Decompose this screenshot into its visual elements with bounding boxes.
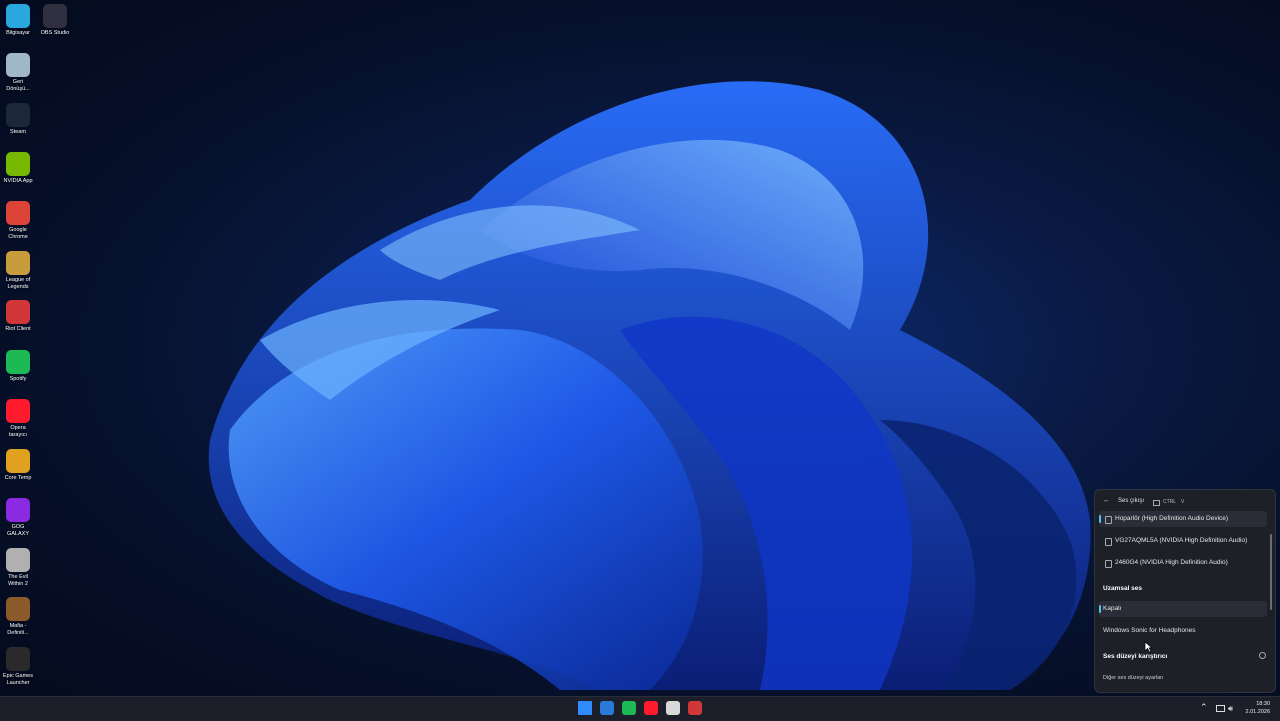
clock-date: 2.01.2026 xyxy=(1245,709,1270,715)
monitor-icon xyxy=(6,4,30,28)
clock-time: 18:30 xyxy=(1256,701,1270,707)
speaker-icon xyxy=(1105,516,1112,524)
device-label: 2460G4 (NVIDIA High Definition Audio) xyxy=(1115,559,1228,566)
keyboard-icon xyxy=(1153,500,1160,506)
desktop-icon-obs[interactable]: OBS Studio xyxy=(37,4,73,37)
device-label: Hoparlör (High Definition Audio Device) xyxy=(1115,515,1229,522)
desktop-icon-evil-within[interactable]: The Evil Within 2 xyxy=(0,548,36,588)
desktop-icon-label: NVIDIA App xyxy=(3,178,33,184)
taskbar-spotify-icon[interactable] xyxy=(622,701,636,715)
desktop-icon-monitor[interactable]: Bilgisayar xyxy=(0,4,36,37)
desktop-icon-core-temp[interactable]: Core Temp xyxy=(0,449,36,482)
recycle-bin-icon xyxy=(6,53,30,77)
back-arrow-icon[interactable]: ← xyxy=(1103,497,1110,504)
nvidia-icon xyxy=(6,152,30,176)
selected-indicator xyxy=(1099,515,1101,523)
desktop-icon-label: Riot Client xyxy=(5,326,31,332)
spatial-option-off[interactable]: Kapalı xyxy=(1099,601,1267,617)
evil-within-icon xyxy=(6,548,30,572)
opera-icon xyxy=(6,399,30,423)
tray-overflow-icon[interactable]: ⌃ xyxy=(1200,702,1208,713)
desktop-icon-league[interactable]: League of Legends xyxy=(0,251,36,291)
desktop-icon-opera[interactable]: Opera tarayıcı xyxy=(0,399,36,439)
speaker-icon xyxy=(1105,560,1112,568)
desktop-icon-label: Steam xyxy=(10,129,26,135)
volume-icon[interactable]: 🔊︎ xyxy=(1228,704,1233,714)
desktop-icon-nvidia[interactable]: NVIDIA App xyxy=(0,152,36,185)
desktop-icon-label: Epic Games Launcher xyxy=(3,673,33,686)
desktop-icon-label: Bilgisayar xyxy=(6,30,30,36)
desktop-icon-riot[interactable]: Riot Client xyxy=(0,300,36,333)
sound-output-flyout: ← Ses çıkışı CTRL V Hoparlör (High Defin… xyxy=(1094,489,1276,693)
desktop-icon-epic[interactable]: Epic Games Launcher xyxy=(0,647,36,687)
speaker-icon xyxy=(1105,538,1112,546)
taskbar-edge-icon[interactable] xyxy=(600,701,614,715)
option-label: Windows Sonic for Headphones xyxy=(1103,627,1196,634)
taskbar: ⌃ 🔊︎ 18:30 2.01.2026 xyxy=(0,696,1280,721)
scrollbar[interactable] xyxy=(1270,534,1272,610)
desktop-icon-label: Mafia - Definiti... xyxy=(7,623,29,636)
volume-mixer-link[interactable]: Ses düzeyi karıştırıcı xyxy=(1103,653,1167,660)
desktop-icon-label: Spotify xyxy=(9,376,27,382)
desktop-icon-steam[interactable]: Steam xyxy=(0,103,36,136)
desktop-icon-gog[interactable]: GOG GALAXY xyxy=(0,498,36,538)
shortcut-label: CTRL xyxy=(1163,499,1177,505)
mafia-icon xyxy=(6,597,30,621)
device-label: VG27AQML5A (NVIDIA High Definition Audio… xyxy=(1115,537,1248,544)
audio-device-vg27[interactable]: VG27AQML5A (NVIDIA High Definition Audio… xyxy=(1099,533,1267,549)
league-icon xyxy=(6,251,30,275)
spatial-option-sonic[interactable]: Windows Sonic for Headphones xyxy=(1099,623,1267,639)
epic-icon xyxy=(6,647,30,671)
option-label: Kapalı xyxy=(1103,605,1122,612)
selected-indicator xyxy=(1099,605,1101,613)
taskbar-opera-icon[interactable] xyxy=(644,701,658,715)
desktop-icon-recycle-bin[interactable]: Geri Dönüşü... xyxy=(0,53,36,93)
desktop-icon-mafia[interactable]: Mafia - Definiti... xyxy=(0,597,36,637)
spotify-icon xyxy=(6,350,30,374)
desktop-icon-label: Geri Dönüşü... xyxy=(6,79,30,92)
taskbar-windows-start-icon[interactable] xyxy=(578,701,592,715)
spatial-sound-heading: Uzamsal ses xyxy=(1103,585,1143,592)
desktop-icon-label: OBS Studio xyxy=(40,30,70,36)
audio-device-speaker[interactable]: Hoparlör (High Definition Audio Device) xyxy=(1099,511,1267,527)
flyout-title: Ses çıkışı xyxy=(1118,498,1145,504)
desktop-icon-label: League of Legends xyxy=(5,277,31,290)
gog-icon xyxy=(6,498,30,522)
desktop-wallpaper xyxy=(208,81,1091,691)
audio-device-2460g4[interactable]: 2460G4 (NVIDIA High Definition Audio) xyxy=(1099,555,1267,571)
steam-icon xyxy=(6,103,30,127)
taskbar-riot-icon[interactable] xyxy=(688,701,702,715)
core-temp-icon xyxy=(6,449,30,473)
desktop-icon-chrome[interactable]: Google Chrome xyxy=(0,201,36,241)
taskbar-notepad-icon[interactable] xyxy=(666,701,680,715)
more-volume-settings-link[interactable]: Diğer ses düzeyi ayarları xyxy=(1103,675,1164,681)
desktop-icon-label: Core Temp xyxy=(4,475,32,481)
obs-icon xyxy=(43,4,67,28)
desktop-icon-label: Google Chrome xyxy=(8,227,28,240)
riot-icon xyxy=(6,300,30,324)
desktop-icon-label: The Evil Within 2 xyxy=(8,574,28,587)
desktop-icon-label: GOG GALAXY xyxy=(6,524,29,537)
mixer-settings-icon[interactable] xyxy=(1259,652,1266,659)
mouse-cursor xyxy=(1144,641,1153,653)
network-icon[interactable] xyxy=(1216,705,1225,712)
chrome-icon xyxy=(6,201,30,225)
desktop-icon-label: Opera tarayıcı xyxy=(8,425,28,438)
desktop-icon-spotify[interactable]: Spotify xyxy=(0,350,36,383)
shortcut-key: V xyxy=(1181,499,1185,505)
taskbar-clock[interactable]: 18:30 2.01.2026 xyxy=(1246,700,1270,716)
